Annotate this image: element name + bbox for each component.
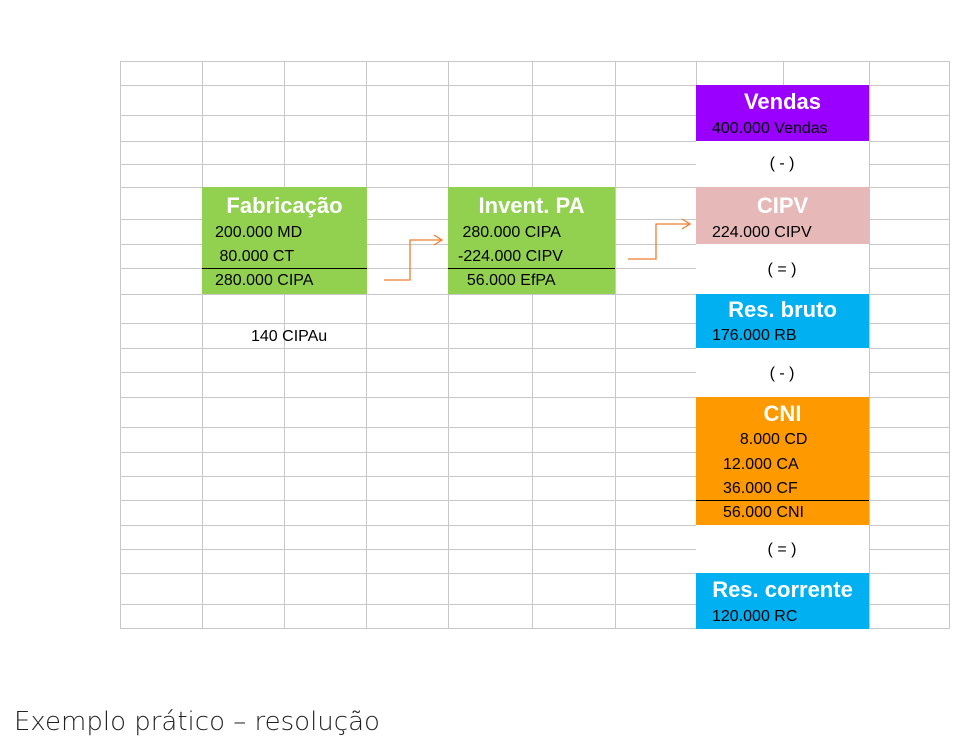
flow-arrows: [384, 218, 692, 281]
arrow-inventario-to-cipv: [628, 223, 690, 260]
arrow-fabricacao-to-inventario: [384, 239, 442, 281]
slide-caption: Exemplo prático – resolução: [14, 707, 380, 737]
